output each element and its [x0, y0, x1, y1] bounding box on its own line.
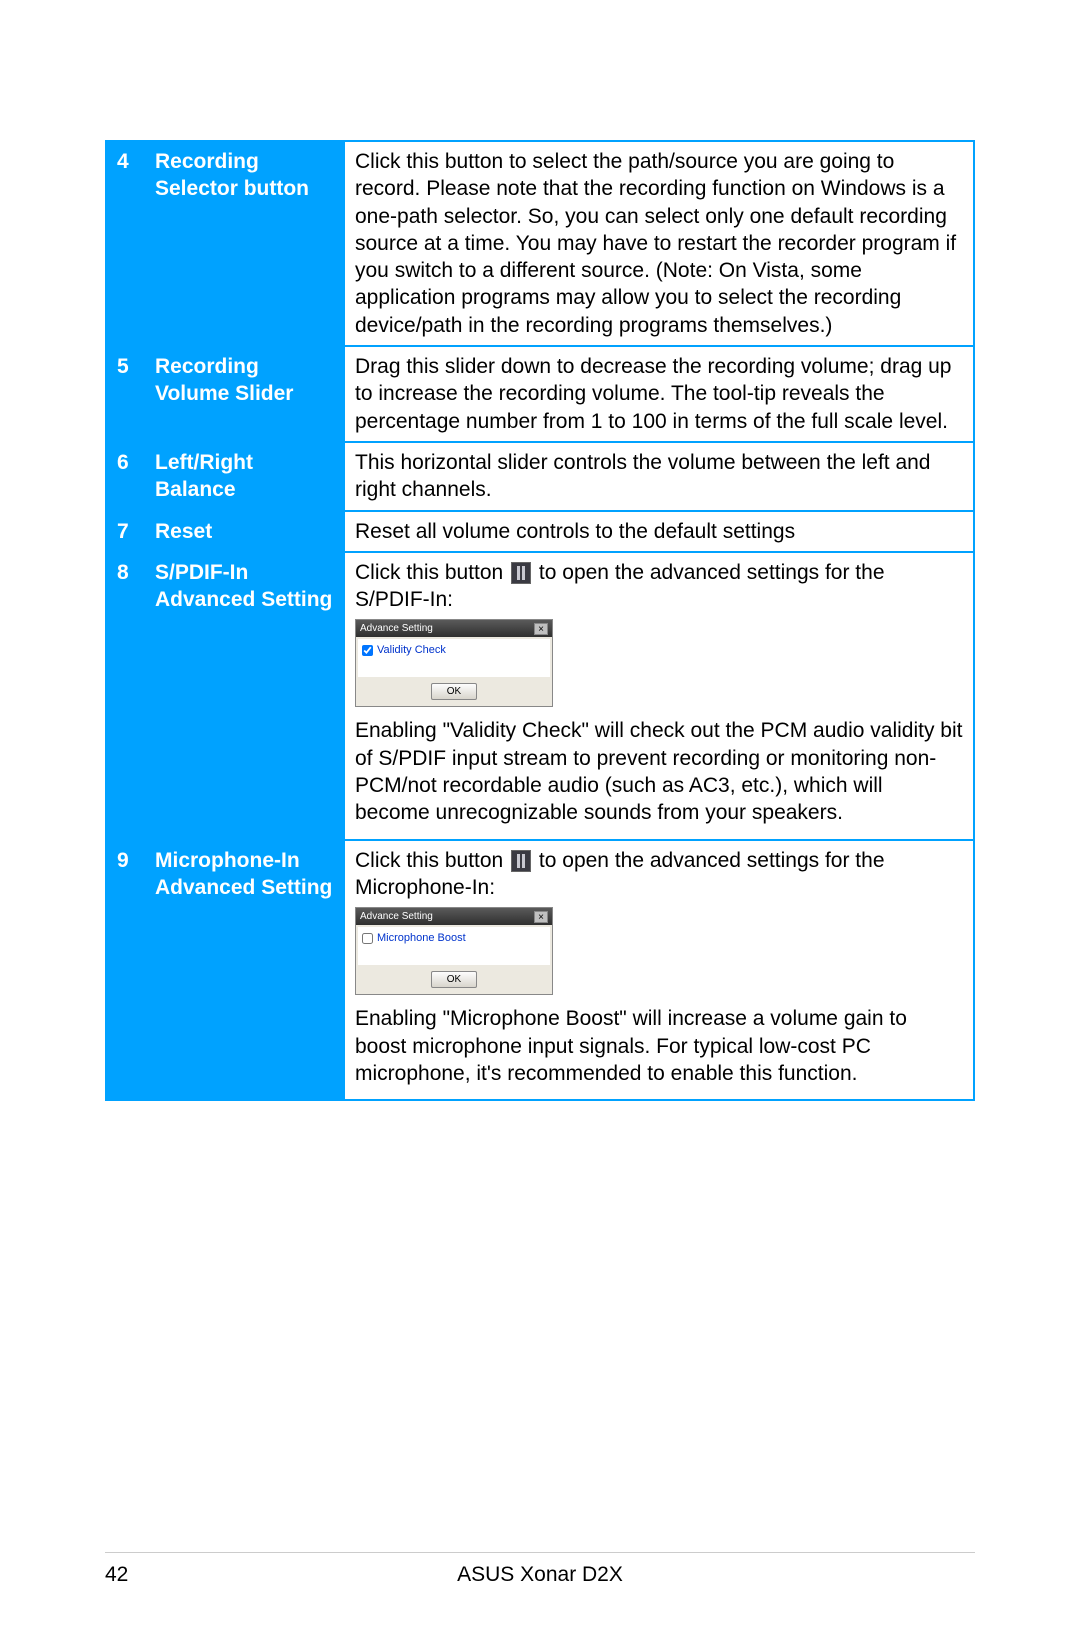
- spdif-advanced-dialog: Advance Setting × Validity Check OK: [355, 619, 553, 707]
- desc-text-after: Enabling "Microphone Boost" will increas…: [355, 1005, 963, 1087]
- row-label: S/PDIF-In Advanced Setting: [144, 552, 344, 840]
- close-icon[interactable]: ×: [534, 623, 548, 635]
- desc-text-pre: Click this button: [355, 849, 509, 872]
- microphone-boost-label: Microphone Boost: [377, 931, 466, 945]
- table-row: 5 Recording Volume Slider Drag this slid…: [106, 346, 974, 442]
- row-description: Reset all volume controls to the default…: [344, 511, 974, 552]
- row-description: This horizontal slider controls the volu…: [344, 442, 974, 511]
- table-row: 8 S/PDIF-In Advanced Setting Click this …: [106, 552, 974, 840]
- row-description: Click this button to select the path/sou…: [344, 141, 974, 346]
- ok-button[interactable]: OK: [431, 683, 477, 700]
- table-row: 6 Left/Right Balance This horizontal sli…: [106, 442, 974, 511]
- microphone-boost-checkbox[interactable]: [362, 933, 373, 944]
- row-number: 9: [106, 840, 144, 1100]
- microphone-boost-option[interactable]: Microphone Boost: [362, 931, 546, 945]
- validity-check-option[interactable]: Validity Check: [362, 643, 546, 657]
- row-description: Drag this slider down to decrease the re…: [344, 346, 974, 442]
- row-number: 7: [106, 511, 144, 552]
- table-row: 9 Microphone-In Advanced Setting Click t…: [106, 840, 974, 1100]
- row-number: 5: [106, 346, 144, 442]
- row-description: Click this button to open the advanced s…: [344, 552, 974, 840]
- desc-text-after: Enabling "Validity Check" will check out…: [355, 717, 963, 826]
- dialog-title: Advance Setting: [360, 910, 433, 923]
- settings-table: 4 Recording Selector button Click this b…: [105, 140, 975, 1101]
- close-icon[interactable]: ×: [534, 911, 548, 923]
- sliders-icon: [511, 562, 531, 584]
- validity-check-checkbox[interactable]: [362, 645, 373, 656]
- row-label: Reset: [144, 511, 344, 552]
- table-row: 4 Recording Selector button Click this b…: [106, 141, 974, 346]
- row-description: Click this button to open the advanced s…: [344, 840, 974, 1100]
- row-label: Recording Selector button: [144, 141, 344, 346]
- validity-check-label: Validity Check: [377, 643, 446, 657]
- sliders-icon: [511, 850, 531, 872]
- row-number: 4: [106, 141, 144, 346]
- row-number: 6: [106, 442, 144, 511]
- footer-title: ASUS Xonar D2X: [105, 1563, 975, 1587]
- mic-advanced-dialog: Advance Setting × Microphone Boost OK: [355, 907, 553, 995]
- row-label: Recording Volume Slider: [144, 346, 344, 442]
- row-number: 8: [106, 552, 144, 840]
- ok-button[interactable]: OK: [431, 971, 477, 988]
- row-label: Left/Right Balance: [144, 442, 344, 511]
- dialog-titlebar: Advance Setting ×: [356, 908, 552, 925]
- row-label: Microphone-In Advanced Setting: [144, 840, 344, 1100]
- desc-text-pre: Click this button: [355, 561, 509, 584]
- table-row: 7 Reset Reset all volume controls to the…: [106, 511, 974, 552]
- dialog-titlebar: Advance Setting ×: [356, 620, 552, 637]
- dialog-title: Advance Setting: [360, 622, 433, 635]
- page-footer: 42 ASUS Xonar D2X: [105, 1552, 975, 1587]
